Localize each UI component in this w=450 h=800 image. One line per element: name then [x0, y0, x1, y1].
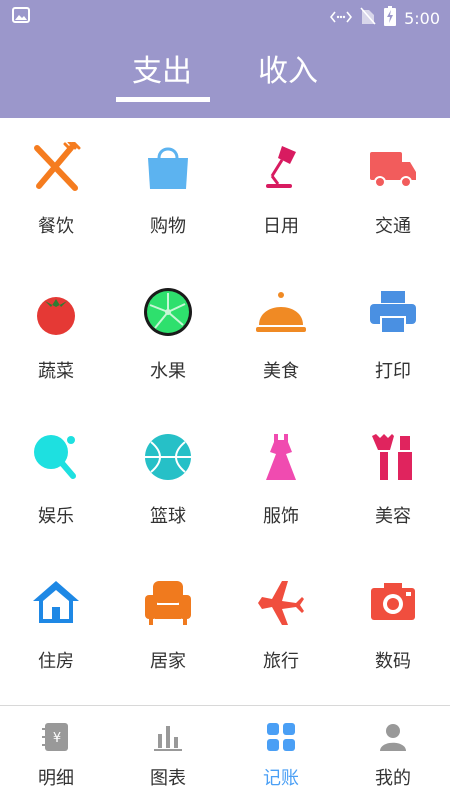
- category-fruit[interactable]: 水果: [112, 263, 224, 407]
- house-icon: [33, 581, 79, 623]
- tomato-icon: [37, 297, 75, 335]
- category-print[interactable]: 打印: [337, 263, 449, 407]
- category-clothing[interactable]: 服饰: [225, 408, 337, 552]
- category-label: 交通: [375, 216, 411, 237]
- category-dining[interactable]: 餐饮: [0, 118, 112, 262]
- grid-icon: [267, 723, 295, 751]
- ledger-icon: ¥: [42, 723, 68, 751]
- category-label: 旅行: [263, 651, 299, 672]
- nav-label: 明细: [38, 768, 74, 789]
- makeup-brush-icon: [372, 434, 412, 480]
- nav-label: 我的: [375, 768, 411, 789]
- category-basketball[interactable]: 篮球: [112, 408, 224, 552]
- type-tabs: 支出 收入: [0, 40, 450, 118]
- nav-label: 图表: [150, 768, 186, 789]
- nav-record[interactable]: 记账: [225, 706, 337, 800]
- status-bar: 5:00: [0, 0, 450, 32]
- category-label: 服饰: [263, 506, 299, 527]
- nav-label: 记账: [263, 768, 299, 789]
- category-label: 打印: [375, 361, 411, 382]
- lime-icon: [144, 288, 192, 336]
- fork-knife-icon: [34, 142, 81, 191]
- food-cloche-icon: [256, 292, 306, 332]
- category-label: 住房: [38, 651, 74, 672]
- gallery-notification-icon: [12, 7, 30, 27]
- category-entertainment[interactable]: 娱乐: [0, 408, 112, 552]
- person-icon: [380, 724, 406, 751]
- category-travel[interactable]: 旅行: [225, 553, 337, 697]
- battery-charging-icon: [384, 6, 397, 30]
- tab-expense[interactable]: 支出: [132, 46, 192, 90]
- category-vegetables[interactable]: 蔬菜: [0, 263, 112, 407]
- camera-icon: [371, 583, 415, 620]
- category-label: 数码: [375, 651, 411, 672]
- svg-text:¥: ¥: [53, 731, 61, 746]
- tab-active-indicator: [116, 97, 210, 102]
- header: 5:00 支出 收入: [0, 0, 450, 118]
- category-food[interactable]: 美食: [225, 263, 337, 407]
- category-transport[interactable]: 交通: [337, 118, 449, 262]
- category-daily[interactable]: 日用: [225, 118, 337, 262]
- category-shopping[interactable]: 购物: [112, 118, 224, 262]
- bar-chart-icon: [154, 726, 182, 751]
- data-saver-icon: [330, 9, 353, 28]
- category-beauty[interactable]: 美容: [337, 408, 449, 552]
- sofa-icon: [145, 581, 191, 625]
- truck-icon: [370, 152, 416, 188]
- basketball-icon: [145, 434, 191, 480]
- category-home[interactable]: 居家: [112, 553, 224, 697]
- category-digital[interactable]: 数码: [337, 553, 449, 697]
- category-label: 水果: [150, 361, 186, 382]
- shopping-bag-icon: [148, 147, 188, 189]
- tab-income[interactable]: 收入: [258, 46, 318, 90]
- nav-charts[interactable]: 图表: [112, 706, 224, 800]
- category-label: 居家: [150, 651, 186, 672]
- category-housing[interactable]: 住房: [0, 553, 112, 697]
- printer-icon: [370, 291, 416, 334]
- ping-pong-icon: [34, 435, 76, 479]
- dress-icon: [266, 434, 296, 480]
- category-grid: 餐饮 购物 日用 交通 蔬菜 水果 美食 打印 娱乐 篮球 服饰 美容 住房 居…: [0, 118, 450, 706]
- airplane-icon: [258, 581, 304, 625]
- category-label: 篮球: [150, 506, 186, 527]
- nav-mine[interactable]: 我的: [337, 706, 449, 800]
- category-label: 美容: [375, 506, 411, 527]
- category-label: 蔬菜: [38, 361, 74, 382]
- category-label: 餐饮: [38, 216, 74, 237]
- category-label: 娱乐: [38, 506, 74, 527]
- desk-lamp-icon: [266, 146, 296, 188]
- category-label: 日用: [263, 216, 299, 237]
- category-label: 美食: [263, 361, 299, 382]
- category-label: 购物: [150, 216, 186, 237]
- no-sim-icon: [360, 7, 376, 29]
- bottom-nav: ¥ 明细 图表 记账 我的: [0, 706, 450, 800]
- nav-details[interactable]: ¥ 明细: [0, 706, 112, 800]
- status-time: 5:00: [404, 8, 440, 28]
